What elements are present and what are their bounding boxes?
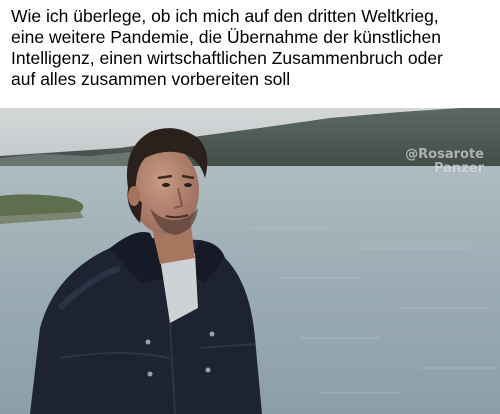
meme-photo: @Rosarote Panzer: [0, 108, 500, 414]
watermark-handle: @Rosarote: [405, 147, 484, 162]
caption-line-1: Wie ich überlege, ob ich mich auf den dr…: [11, 6, 439, 26]
caption-line-3: Intelligenz, einen wirtschaftlichen Zusa…: [11, 48, 443, 68]
watermark: @Rosarote Panzer: [405, 148, 484, 176]
meme-caption: Wie ich überlege, ob ich mich auf den dr…: [0, 0, 500, 108]
person-ear: [128, 186, 140, 206]
caption-line-4: auf alles zusammen vorbereiten soll: [11, 69, 291, 89]
caption-line-2: eine weitere Pandemie, die Übernahme der…: [11, 27, 441, 47]
watermark-name: Panzer: [433, 161, 484, 176]
